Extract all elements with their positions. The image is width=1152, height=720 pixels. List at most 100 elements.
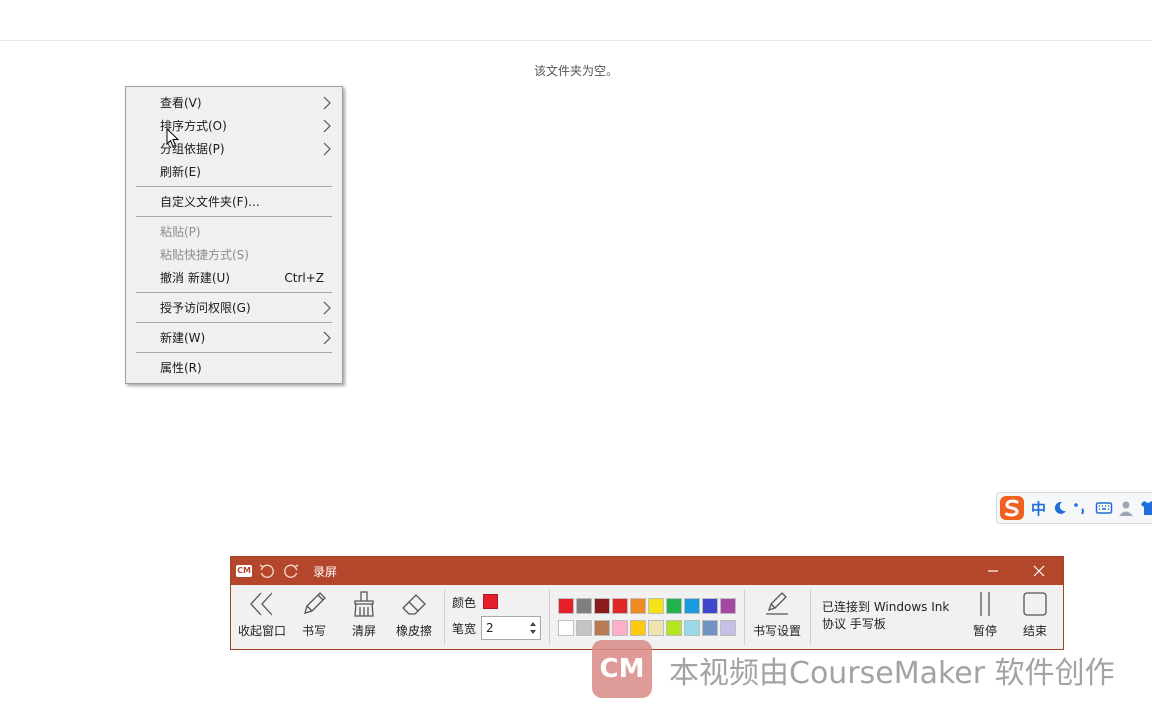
user-icon[interactable]: [1117, 499, 1135, 517]
write-settings-label: 书写设置: [752, 624, 801, 638]
skin-shirt-icon[interactable]: [1139, 499, 1152, 517]
pencil-icon: [304, 592, 326, 614]
palette-swatch[interactable]: [666, 620, 682, 636]
pause-button[interactable]: 暂停: [965, 589, 1005, 645]
palette-swatch[interactable]: [648, 620, 664, 636]
eraser-label: 橡皮擦: [395, 624, 432, 638]
chevron-right-icon: [323, 142, 331, 156]
connection-status: 已连接到 Windows Ink 协议 手写板: [822, 599, 962, 633]
palette-swatch[interactable]: [720, 620, 736, 636]
recorder-window: CM 录屏 收起窗口 书写 清屏 橡皮擦 颜色 笔宽 2 书写设置 已连接到 W…: [230, 556, 1064, 650]
menu-separator: [136, 216, 332, 217]
sogou-logo-icon[interactable]: [999, 495, 1025, 521]
watermark-text: 本视频由CourseMaker 软件创作: [669, 656, 1115, 691]
palette-swatch[interactable]: [576, 598, 592, 614]
chevron-right-icon: [323, 301, 331, 315]
pen-settings-icon: [766, 592, 788, 615]
menu-item-give-access[interactable]: 授予访问权限(G): [126, 297, 342, 319]
keyboard-icon[interactable]: [1095, 499, 1113, 517]
menu-item-view[interactable]: 查看(V): [126, 92, 342, 114]
menu-item-group-by[interactable]: 分组依据(P): [126, 138, 342, 160]
broom-icon: [354, 591, 374, 617]
menu-item-paste: 粘贴(P): [126, 221, 342, 243]
punctuation-icon[interactable]: [1071, 499, 1089, 517]
end-label: 结束: [1022, 624, 1047, 638]
menu-item-properties[interactable]: 属性(R): [126, 357, 342, 379]
menu-item-label: 撤消 新建(U): [160, 271, 230, 285]
palette-swatch[interactable]: [612, 620, 628, 636]
menu-item-new[interactable]: 新建(W): [126, 327, 342, 349]
chevron-right-icon: [323, 119, 331, 133]
palette-swatch[interactable]: [666, 598, 682, 614]
palette-swatch[interactable]: [684, 620, 700, 636]
ime-mode-label[interactable]: 中: [1031, 498, 1046, 519]
pen-width-label: 笔宽: [452, 622, 477, 636]
palette-swatch[interactable]: [630, 620, 646, 636]
palette-swatch[interactable]: [630, 598, 646, 614]
toolbar-separator: [444, 589, 445, 645]
menu-separator: [136, 186, 332, 187]
double-chevron-left-icon: [250, 592, 273, 616]
collapse-window-label: 收起窗口: [237, 624, 286, 638]
write-button[interactable]: 书写: [291, 589, 337, 645]
chevron-right-icon: [323, 331, 331, 345]
palette-swatch[interactable]: [576, 620, 592, 636]
end-button[interactable]: 结束: [1015, 589, 1055, 645]
context-menu: 查看(V) 排序方式(O) 分组依据(P) 刷新(E) 自定义文件夹(F)...…: [125, 86, 343, 384]
menu-item-label: 粘贴(P): [160, 225, 201, 239]
menu-item-refresh[interactable]: 刷新(E): [126, 161, 342, 183]
moon-icon[interactable]: [1051, 499, 1069, 517]
clear-screen-label: 清屏: [351, 624, 376, 638]
pen-width-stepper[interactable]: 2: [481, 616, 541, 640]
palette-swatch[interactable]: [720, 598, 736, 614]
palette-swatch[interactable]: [612, 598, 628, 614]
menu-item-shortcut: Ctrl+Z: [284, 271, 324, 285]
menu-item-sort-by[interactable]: 排序方式(O): [126, 115, 342, 137]
toolbar-separator: [810, 589, 811, 645]
menu-item-label: 查看(V): [160, 96, 202, 110]
menu-item-label: 自定义文件夹(F)...: [160, 195, 260, 209]
minimize-icon[interactable]: [983, 561, 1003, 581]
menu-item-label: 授予访问权限(G): [160, 301, 251, 315]
chevron-right-icon: [323, 96, 331, 110]
pen-width-value: 2: [486, 621, 494, 635]
current-color-swatch[interactable]: [483, 594, 498, 609]
palette-swatch[interactable]: [558, 598, 574, 614]
write-settings-button[interactable]: 书写设置: [749, 589, 805, 645]
pause-label: 暂停: [972, 624, 997, 638]
clear-screen-button[interactable]: 清屏: [341, 589, 387, 645]
palette-swatch[interactable]: [594, 598, 610, 614]
watermark-logo-text: CM: [599, 654, 645, 684]
recorder-titlebar[interactable]: CM 录屏: [231, 557, 1063, 585]
palette-swatch[interactable]: [558, 620, 574, 636]
palette-swatch[interactable]: [594, 620, 610, 636]
redo-icon[interactable]: [282, 562, 300, 580]
palette-swatch[interactable]: [702, 620, 718, 636]
eraser-icon: [402, 594, 426, 615]
palette-swatch[interactable]: [648, 598, 664, 614]
connection-status-line1: 已连接到 Windows Ink: [822, 600, 950, 614]
palette-swatch[interactable]: [684, 598, 700, 614]
menu-item-customize-folder[interactable]: 自定义文件夹(F)...: [126, 191, 342, 213]
menu-item-label: 刷新(E): [160, 165, 201, 179]
connection-status-line2: 协议 手写板: [822, 617, 886, 631]
pause-icon: [980, 592, 990, 616]
menu-item-paste-shortcut: 粘贴快捷方式(S): [126, 244, 342, 266]
close-icon[interactable]: [1029, 561, 1049, 581]
menu-separator: [136, 322, 332, 323]
menu-item-label: 属性(R): [160, 361, 202, 375]
write-label: 书写: [301, 624, 326, 638]
ime-toolbar: 中: [996, 492, 1152, 524]
watermark-logo: CM: [592, 640, 652, 698]
menu-item-label: 粘贴快捷方式(S): [160, 248, 249, 262]
undo-icon[interactable]: [258, 562, 276, 580]
eraser-button[interactable]: 橡皮擦: [391, 589, 437, 645]
menu-separator: [136, 352, 332, 353]
mouse-pointer-icon: [166, 128, 180, 148]
menu-item-undo-new[interactable]: 撤消 新建(U) Ctrl+Z: [126, 267, 342, 289]
spin-arrows-icon[interactable]: [528, 618, 538, 638]
collapse-window-button[interactable]: 收起窗口: [235, 589, 289, 645]
recorder-title: 录屏: [313, 565, 338, 579]
palette-swatch[interactable]: [702, 598, 718, 614]
menu-separator: [136, 292, 332, 293]
